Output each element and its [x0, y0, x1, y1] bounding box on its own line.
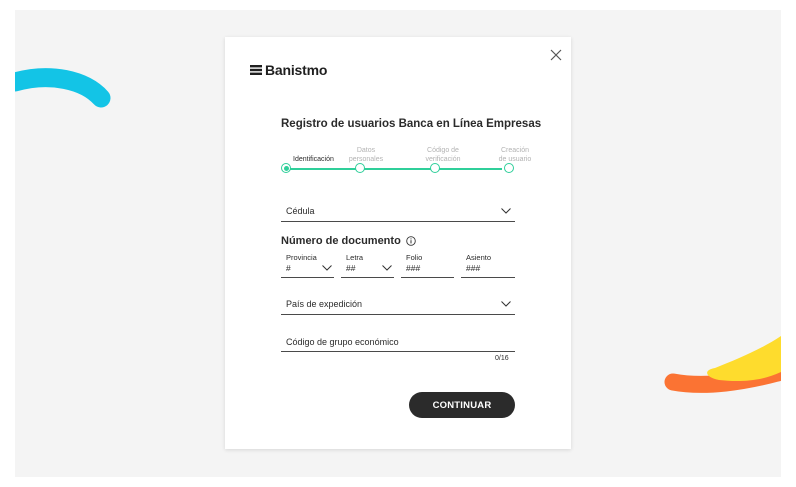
folio-placeholder: ### — [406, 263, 421, 273]
pais-expedicion-select[interactable]: País de expedición — [281, 297, 515, 315]
continue-button[interactable]: CONTINUAR — [409, 392, 515, 418]
chevron-down-icon — [501, 208, 511, 214]
registration-modal: Banistmo Registro de usuarios Banca en L… — [225, 37, 571, 449]
chevron-down-icon — [382, 265, 392, 271]
brand-name: Banistmo — [265, 62, 328, 78]
chevron-down-icon — [501, 301, 511, 307]
provincia-placeholder: # — [286, 263, 291, 273]
document-number-title-text: Número de documento — [281, 235, 401, 247]
letra-placeholder: ## — [346, 263, 356, 273]
document-type-value: Cédula — [286, 206, 315, 216]
pais-expedicion-value: País de expedición — [286, 299, 363, 309]
brand-logo: Banistmo — [250, 62, 327, 78]
folio-label: Folio — [406, 253, 423, 262]
yellow-brush-stroke — [707, 336, 781, 382]
info-icon[interactable] — [406, 236, 416, 246]
step-dot-datos-personales — [355, 163, 365, 173]
grupo-economico-input[interactable]: Código de grupo económico — [281, 333, 515, 352]
close-icon[interactable] — [550, 49, 562, 61]
banistmo-logo-icon — [250, 65, 262, 75]
letra-label: Letra — [346, 253, 364, 262]
step-dot-identificacion — [281, 163, 291, 173]
step-label-identificacion: Identificación — [293, 156, 334, 163]
document-type-select[interactable]: Cédula — [281, 204, 515, 222]
asiento-placeholder: ### — [466, 263, 481, 273]
step-label-codigo-verificacion: Código de verificación — [425, 147, 461, 163]
provincia-label: Provincia — [286, 253, 317, 262]
folio-input[interactable]: Folio ### — [401, 252, 454, 278]
stepper-line — [290, 168, 502, 170]
registration-stepper: Identificación Datos personales Código de… — [281, 147, 571, 192]
step-label-creacion-usuario: Creación de usuario — [498, 147, 532, 163]
grupo-economico-placeholder: Código de grupo económico — [286, 337, 399, 347]
asiento-input[interactable]: Asiento ### — [461, 252, 515, 278]
provincia-select[interactable]: Provincia # — [281, 252, 334, 278]
cyan-brush-stroke — [15, 68, 111, 108]
step-label-datos-personales: Datos personales — [348, 147, 384, 163]
modal-title: Registro de usuarios Banca en Línea Empr… — [281, 118, 542, 130]
asiento-label: Asiento — [466, 253, 492, 262]
step-dot-creacion-usuario — [504, 163, 514, 173]
step-dot-codigo-verificacion — [430, 163, 440, 173]
document-number-title: Número de documento — [281, 235, 416, 247]
chevron-down-icon — [322, 265, 332, 271]
character-counter: 0/16 — [495, 355, 509, 362]
letra-select[interactable]: Letra ## — [341, 252, 394, 278]
